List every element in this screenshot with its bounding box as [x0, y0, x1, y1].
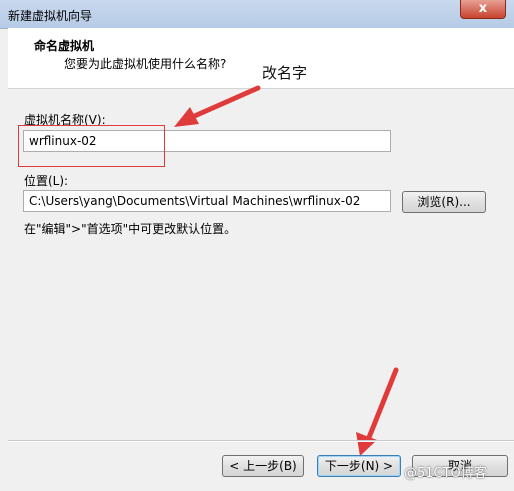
footer-divider: [8, 440, 514, 442]
next-button[interactable]: 下一步(N) >: [317, 455, 401, 477]
arrow-to-next-button-icon: [356, 367, 399, 456]
new-vm-wizard-window: 新建虚拟机向导 x 命名虚拟机 您要为此虚拟机使用什么名称? 改名字 虚拟机名称…: [0, 0, 514, 491]
annotation-arrows: [174, 85, 399, 456]
back-button[interactable]: < 上一步(B): [222, 455, 304, 477]
arrow-to-name-field-icon: [174, 85, 261, 127]
watermark: @51CTO博客: [404, 466, 487, 481]
